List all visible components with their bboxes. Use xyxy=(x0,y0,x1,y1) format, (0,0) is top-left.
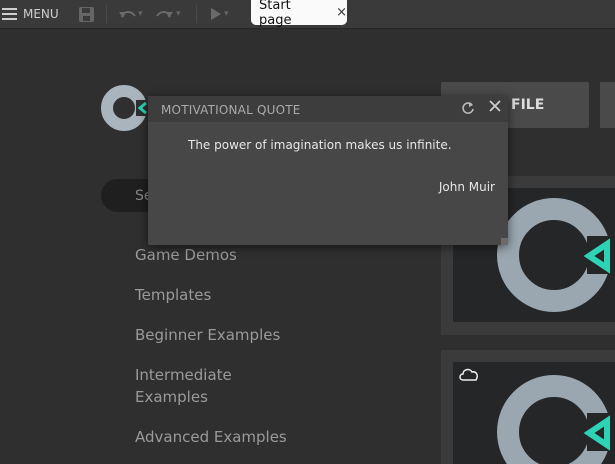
undo-dropdown-icon[interactable]: ▾ xyxy=(138,9,143,19)
menu-icon xyxy=(2,8,17,20)
resize-handle[interactable] xyxy=(501,238,508,245)
tab-label: Start page xyxy=(259,0,292,28)
redo-dropdown-icon[interactable]: ▾ xyxy=(176,9,181,19)
play-icon xyxy=(211,8,221,20)
play-button[interactable]: ▾ xyxy=(210,0,229,28)
save-button[interactable] xyxy=(78,0,95,28)
refresh-icon[interactable] xyxy=(461,101,475,115)
quote-author: John Muir xyxy=(438,180,495,194)
sidebar-item-advanced-examples[interactable]: Advanced Examples xyxy=(135,426,287,448)
toolbar: MENU ▾ ▾ ▾ Start page × xyxy=(0,0,615,29)
cloud-icon xyxy=(459,368,478,381)
menu-label: MENU xyxy=(23,7,59,21)
sidebar-item-templates[interactable]: Templates xyxy=(135,284,211,306)
toolbar-divider xyxy=(196,5,197,23)
toolbar-divider xyxy=(106,5,107,23)
motivational-quote-dialog: MOTIVATIONAL QUOTE The power of imaginat… xyxy=(148,96,508,245)
dialog-title: MOTIVATIONAL QUOTE xyxy=(161,103,301,117)
redo-icon xyxy=(156,11,173,18)
save-icon xyxy=(79,6,94,22)
new-project-button[interactable] xyxy=(600,82,615,128)
undo-icon xyxy=(119,11,136,18)
file-button-label: FILE xyxy=(511,97,545,113)
sidebar-item-beginner-examples[interactable]: Beginner Examples xyxy=(135,324,280,346)
sidebar-item-game-demos[interactable]: Game Demos xyxy=(135,244,237,266)
quote-text: The power of imagination makes us infini… xyxy=(188,138,452,152)
undo-button[interactable]: ▾ xyxy=(118,0,143,28)
close-icon[interactable]: × xyxy=(336,5,347,20)
menu-button[interactable]: MENU xyxy=(2,0,59,28)
play-dropdown-icon[interactable]: ▾ xyxy=(224,9,229,19)
tab-start-page[interactable]: Start page × xyxy=(251,0,347,28)
sidebar-item-intermediate-examples[interactable]: Intermediate Examples xyxy=(135,364,232,408)
redo-button[interactable]: ▾ xyxy=(156,0,181,28)
close-icon[interactable] xyxy=(488,99,502,113)
dialog-header[interactable]: MOTIVATIONAL QUOTE xyxy=(148,96,508,122)
